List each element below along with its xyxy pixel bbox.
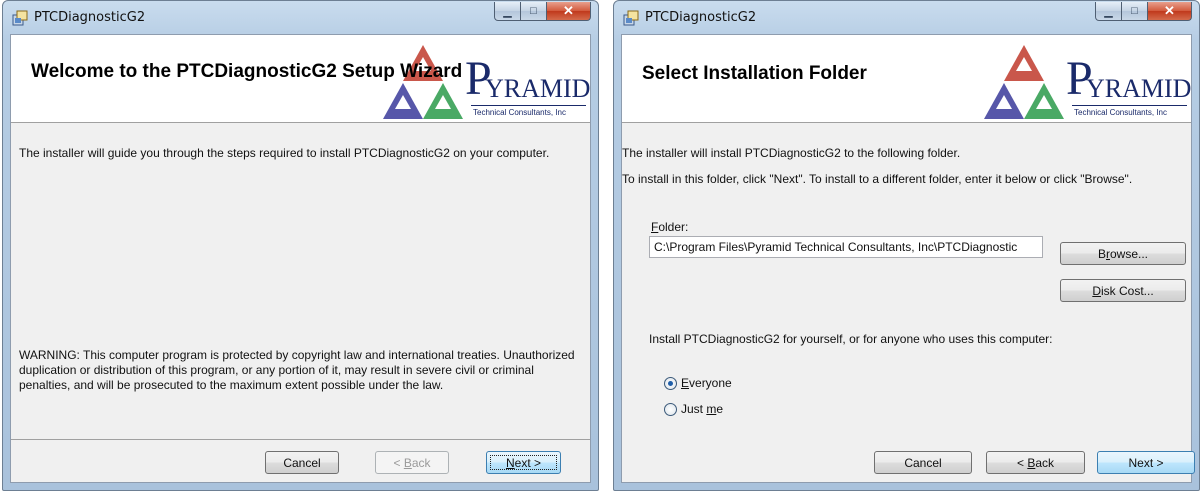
cancel-button-label: Cancel [283, 455, 321, 470]
close-icon: ✕ [1164, 3, 1175, 18]
back-button[interactable]: < Back [375, 451, 449, 474]
pyramid-logo-icon [383, 45, 463, 119]
banner-title: Welcome to the PTCDiagnosticG2 Setup Wiz… [31, 61, 463, 82]
logo-tagline: Technical Consultants, Inc [473, 108, 566, 117]
install-instructions-text: To install in this folder, click "Next".… [622, 172, 1133, 186]
radio-just-me[interactable]: Just me [664, 402, 723, 416]
close-button[interactable]: ✕ [1148, 2, 1192, 21]
maximize-icon: □ [530, 5, 537, 17]
radio-just-me-label: Just me [681, 402, 724, 416]
maximize-icon: □ [1131, 5, 1138, 17]
back-button-label: < Back [1016, 455, 1055, 470]
pyramid-logo: P YRAMID Technical Consultants, Inc [974, 43, 1192, 123]
window-title: PTCDiagnosticG2 [34, 10, 146, 25]
install-location-text: The installer will install PTCDiagnostic… [622, 146, 961, 160]
close-icon: ✕ [563, 3, 574, 18]
wizard-banner: Select Installation Folder P YRAMID Tech… [622, 35, 1191, 123]
setup-wizard-welcome-window: PTCDiagnosticG2 ▁ □ ✕ P YRAMID Technical… [2, 0, 599, 491]
installer-icon [12, 10, 28, 26]
cancel-button-label: Cancel [904, 455, 942, 470]
next-button-label: Next > [1128, 455, 1164, 470]
radio-everyone[interactable]: Everyone [664, 376, 732, 390]
browse-button[interactable]: Browse... [1060, 242, 1186, 265]
intro-text: The installer will guide you through the… [19, 146, 550, 160]
pyramid-logo: P YRAMID Technical Consultants, Inc [373, 43, 591, 123]
close-button[interactable]: ✕ [547, 2, 591, 21]
radio-button-unselected[interactable] [664, 402, 677, 416]
logo-name: YRAMID [485, 74, 591, 103]
logo-tagline: Technical Consultants, Inc [1074, 108, 1167, 117]
maximize-button[interactable]: □ [521, 2, 547, 21]
radio-everyone-label: Everyone [681, 376, 732, 390]
minimize-button[interactable]: ▁ [1095, 2, 1122, 21]
wizard-client-area: Select Installation Folder P YRAMID Tech… [621, 34, 1195, 483]
cancel-button[interactable]: Cancel [265, 451, 339, 474]
copyright-warning: WARNING: This computer program is protec… [19, 348, 575, 392]
minimize-button[interactable]: ▁ [494, 2, 521, 21]
back-button[interactable]: < Back [986, 451, 1085, 474]
next-button[interactable]: Next > [486, 451, 561, 474]
next-button[interactable]: Next > [1097, 451, 1195, 474]
title-bar[interactable]: PTCDiagnosticG2 ▁ □ ✕ [614, 1, 1199, 34]
maximize-button[interactable]: □ [1122, 2, 1148, 21]
wizard-banner: P YRAMID Technical Consultants, Inc Welc… [11, 35, 590, 123]
installer-icon [623, 10, 639, 26]
title-bar[interactable]: PTCDiagnosticG2 ▁ □ ✕ [3, 1, 598, 34]
window-title: PTCDiagnosticG2 [645, 10, 757, 25]
wizard-client-area: P YRAMID Technical Consultants, Inc Welc… [10, 34, 591, 483]
disk-cost-button-label: Disk Cost... [1092, 283, 1154, 298]
folder-label: Folder: [651, 220, 689, 234]
banner-title: Select Installation Folder [642, 63, 867, 84]
logo-rule [1072, 105, 1187, 106]
next-button-label: Next > [505, 455, 542, 470]
logo-name: YRAMID [1086, 74, 1192, 103]
logo-rule [471, 105, 586, 106]
browse-button-label: Browse... [1097, 246, 1149, 261]
minimize-icon: ▁ [503, 5, 512, 18]
back-button-label: < Back [393, 455, 431, 470]
install-for-text: Install PTCDiagnosticG2 for yourself, or… [649, 332, 1053, 346]
select-installation-folder-window: PTCDiagnosticG2 ▁ □ ✕ Select Installatio… [613, 0, 1200, 491]
radio-button-selected[interactable] [664, 376, 677, 390]
folder-path-field[interactable]: C:\Program Files\Pyramid Technical Consu… [649, 236, 1043, 258]
disk-cost-button[interactable]: Disk Cost... [1060, 279, 1186, 302]
cancel-button[interactable]: Cancel [874, 451, 972, 474]
pyramid-logo-icon [984, 45, 1064, 119]
minimize-icon: ▁ [1104, 5, 1113, 18]
button-bar-divider [11, 439, 590, 440]
